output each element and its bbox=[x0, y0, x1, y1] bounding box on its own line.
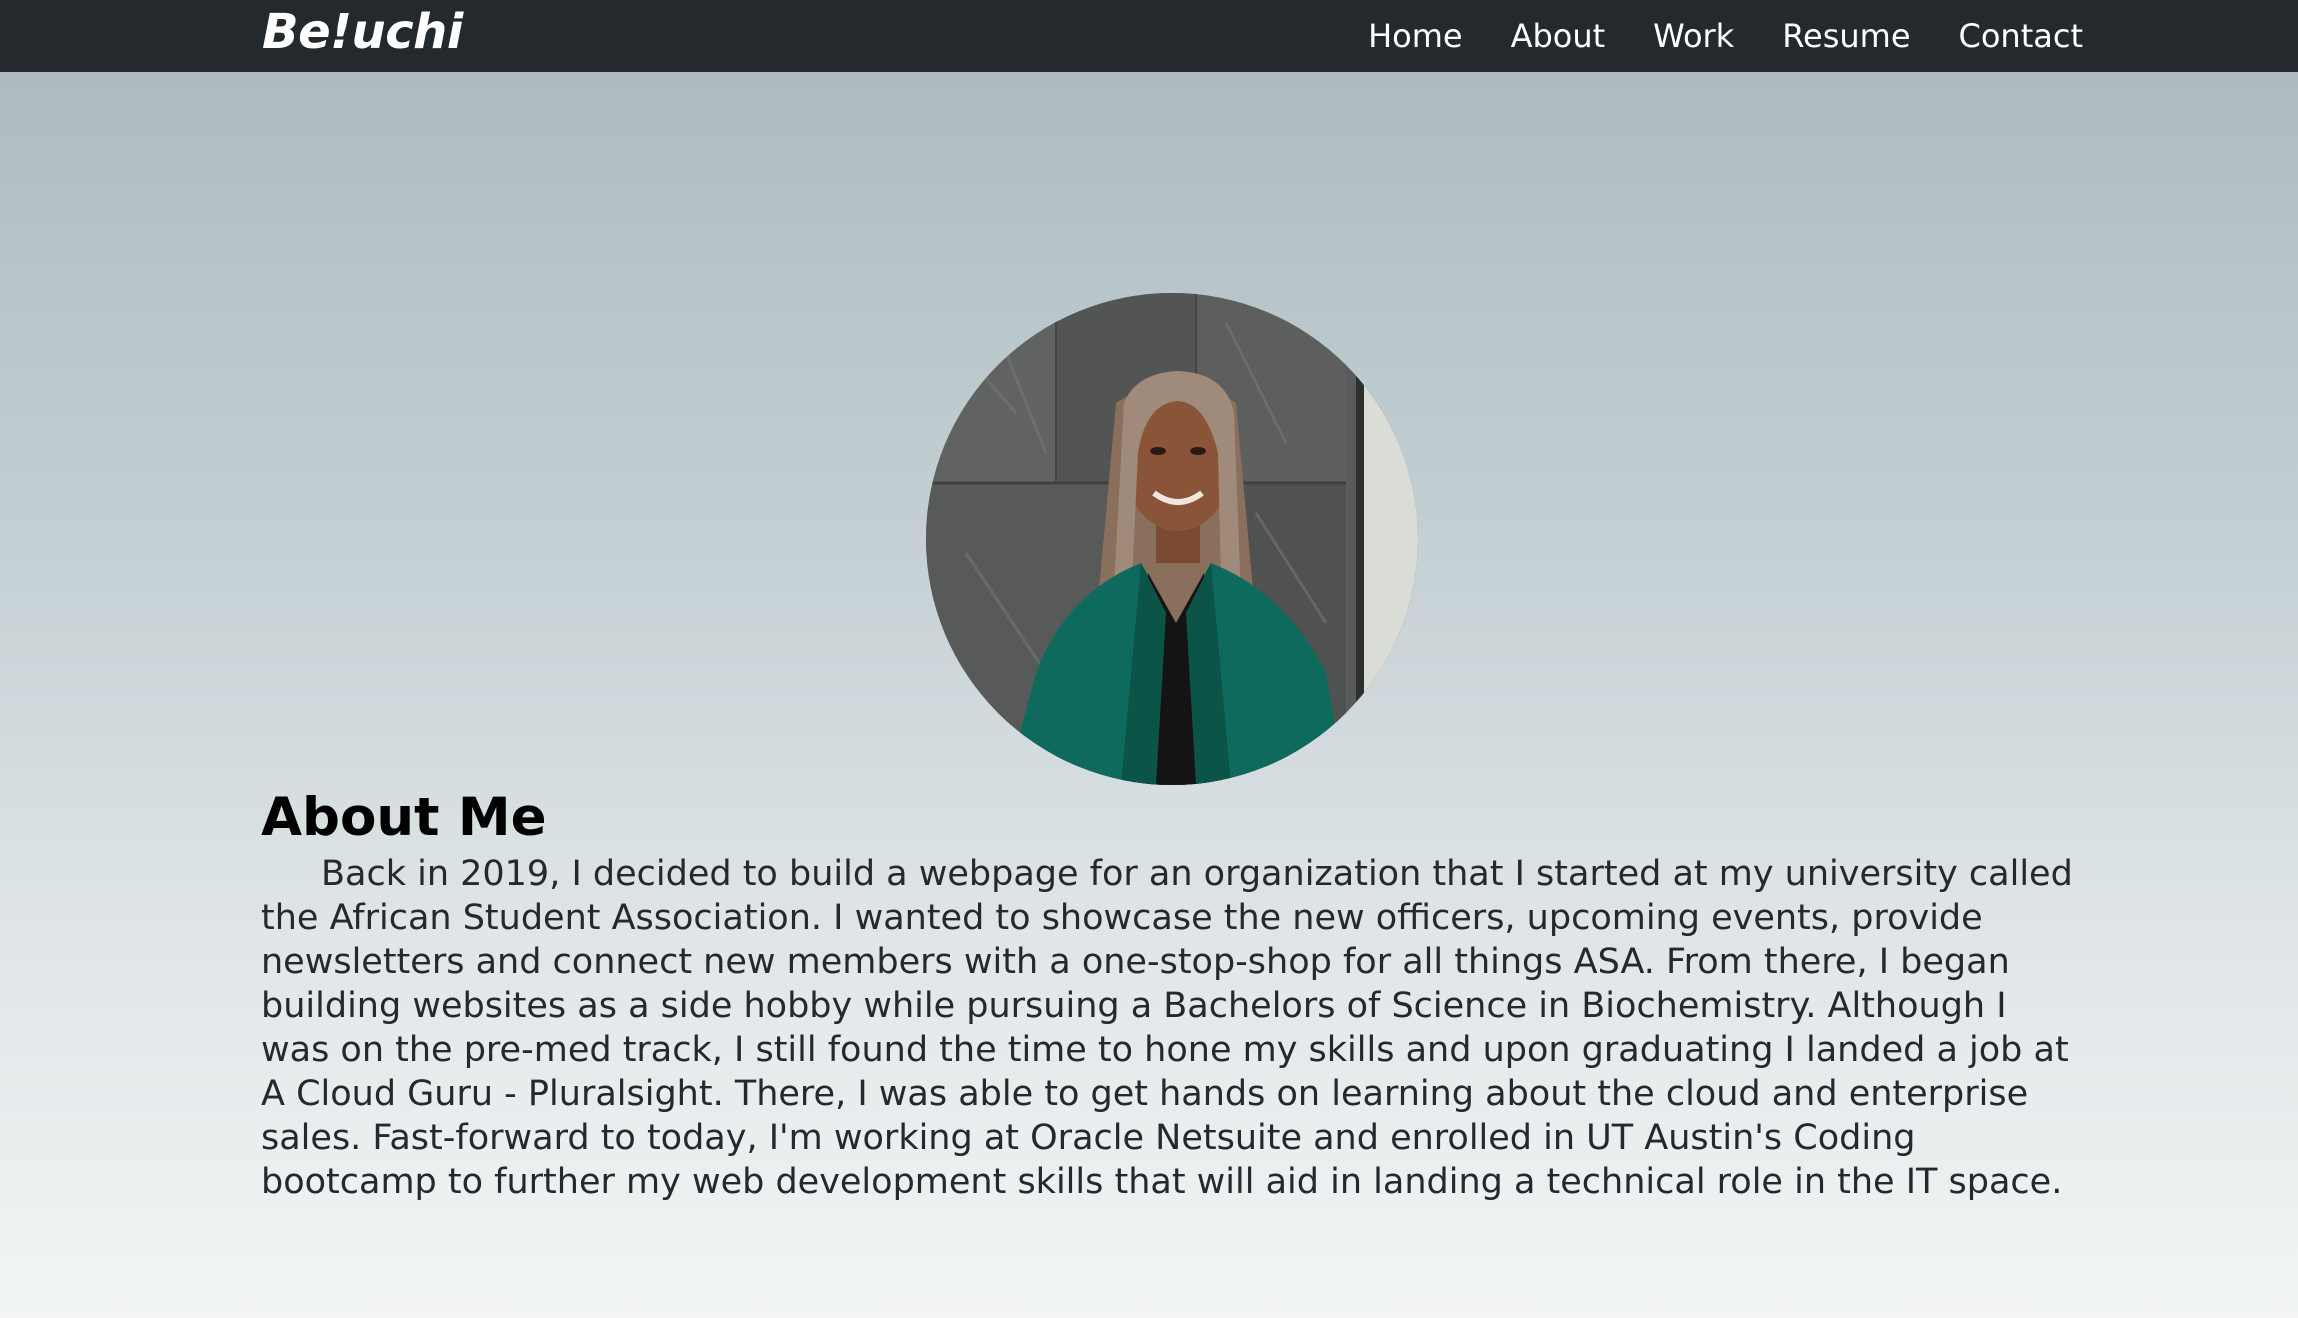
nav-link-resume[interactable]: Resume bbox=[1782, 17, 1910, 55]
profile-photo bbox=[926, 293, 1418, 785]
brand-logo[interactable]: Be!uchi bbox=[262, 2, 463, 62]
navbar: Be!uchi Home About Work Resume Contact bbox=[0, 0, 2298, 72]
about-paragraph: Back in 2019, I decided to build a webpa… bbox=[261, 854, 2073, 1202]
nav-link-contact[interactable]: Contact bbox=[1959, 17, 2084, 55]
about-heading: About Me bbox=[261, 787, 547, 848]
profile-photo-illustration bbox=[926, 293, 1418, 785]
nav-link-about[interactable]: About bbox=[1511, 17, 1606, 55]
nav-link-home[interactable]: Home bbox=[1368, 17, 1463, 55]
nav-link-work[interactable]: Work bbox=[1653, 17, 1734, 55]
nav-links: Home About Work Resume Contact bbox=[1368, 0, 2083, 72]
